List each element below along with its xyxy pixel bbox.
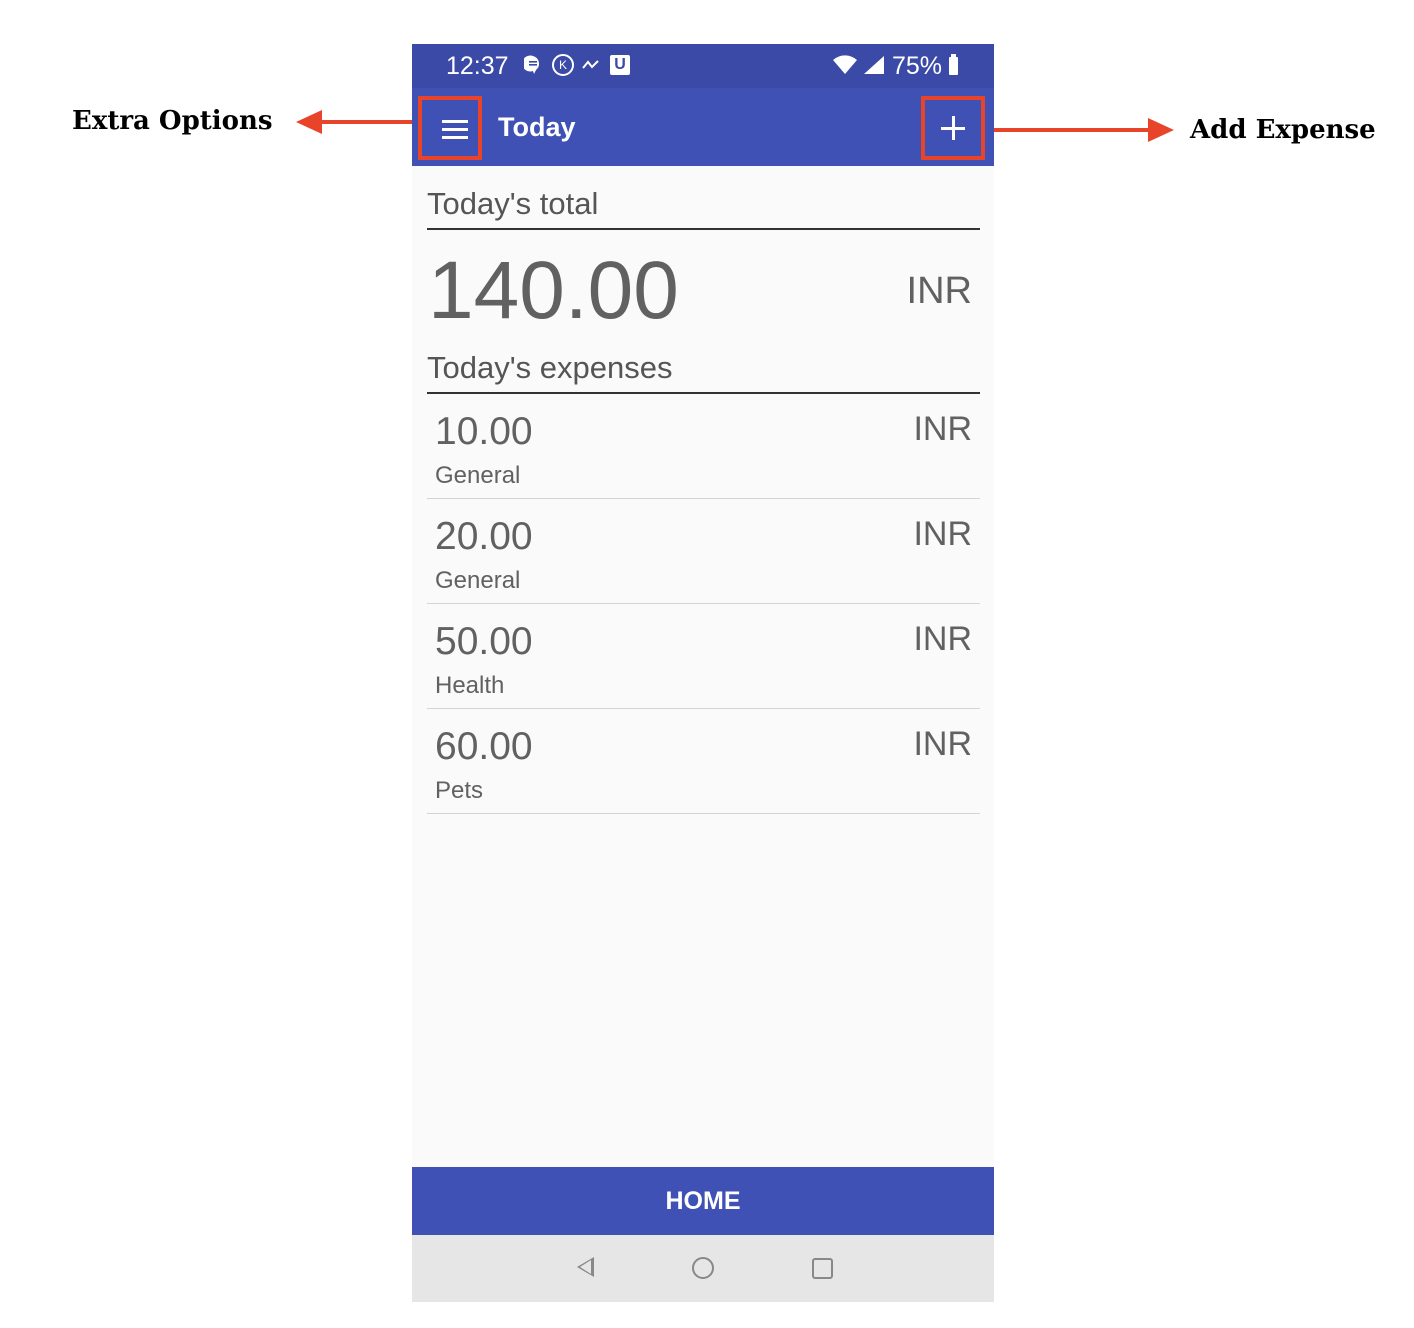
back-icon [577,1257,594,1277]
annotation-arrow-left [320,120,418,124]
status-time: 12:37 [446,52,509,80]
annotation-extra-options: Extra Options [72,106,273,136]
system-navigation-bar [412,1235,994,1302]
expense-category: General [435,462,521,489]
expense-category: Health [435,672,505,699]
expense-currency: INR [913,410,972,448]
signal-icon [862,55,886,80]
add-expense-button[interactable] [921,96,985,160]
bottom-navigation: HOME [412,1167,994,1235]
expense-amount: 20.00 [435,515,533,558]
expense-currency: INR [913,515,972,553]
phone-screen: 12:37 K U 75% Today Today's total 140.00… [412,44,994,1302]
total-section-header: Today's total [427,186,980,230]
battery-percent: 75% [892,52,943,80]
expenses-section-header: Today's expenses [427,350,980,394]
expense-item[interactable]: 60.00 INR Pets [427,709,980,814]
expense-item[interactable]: 50.00 INR Health [427,604,980,709]
expense-category: Pets [435,777,484,804]
back-button[interactable] [555,1235,615,1302]
extra-options-button[interactable] [418,96,482,160]
hamburger-menu-icon [442,120,468,139]
expenses-header-label: Today's expenses [427,350,673,385]
recents-icon [812,1258,833,1279]
total-header-label: Today's total [427,186,599,221]
total-amount: 140.00 [428,245,679,336]
home-icon [692,1257,714,1279]
wifi-icon [832,55,858,80]
recents-button[interactable] [792,1235,852,1302]
annotation-arrow-right [984,128,1152,132]
expense-currency: INR [913,620,972,658]
arrow-right-head-icon [1148,118,1174,142]
annotation-add-expense: Add Expense [1190,115,1376,145]
battery-icon [949,54,958,75]
plus-icon [941,116,965,140]
page-title: Today [498,112,576,142]
expense-item[interactable]: 20.00 INR General [427,499,980,604]
status-bar: 12:37 K U 75% [412,44,994,88]
expense-amount: 50.00 [435,620,533,663]
app-bar: Today [412,88,994,166]
expense-amount: 60.00 [435,725,533,768]
tab-home[interactable]: HOME [412,1167,994,1235]
u-icon: U [610,55,630,75]
expense-currency: INR [913,725,972,763]
k-icon: K [552,54,574,76]
home-button[interactable] [673,1235,733,1302]
expense-amount: 10.00 [435,410,533,453]
expense-item[interactable]: 10.00 INR General [427,394,980,499]
wave-icon [582,55,600,77]
expense-category: General [435,567,521,594]
total-currency: INR [906,270,972,312]
arrow-left-head-icon [296,110,322,134]
expense-list: 10.00 INR General 20.00 INR General 50.0… [427,394,980,814]
message-icon [522,55,542,80]
